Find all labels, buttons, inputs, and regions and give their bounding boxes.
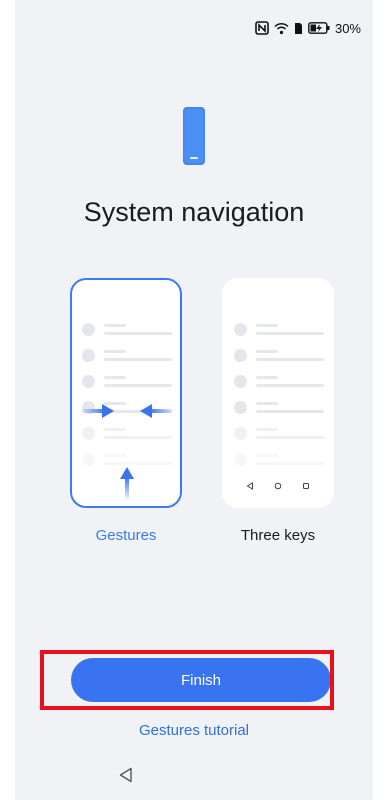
gestures-tutorial-link[interactable]: Gestures tutorial bbox=[15, 722, 373, 739]
three-keys-label[interactable]: Three keys bbox=[222, 527, 334, 544]
mock-list bbox=[234, 316, 324, 472]
swipe-left-arrow-icon bbox=[140, 404, 172, 418]
page-title: System navigation bbox=[83, 197, 305, 227]
status-bar: 30% bbox=[255, 20, 361, 36]
back-triangle-icon[interactable] bbox=[119, 767, 133, 783]
three-keys-bar bbox=[224, 482, 332, 490]
three-keys-option-card[interactable] bbox=[222, 278, 334, 508]
mock-list bbox=[82, 316, 172, 472]
gestures-label[interactable]: Gestures bbox=[70, 527, 182, 544]
phone-icon bbox=[183, 107, 205, 165]
sim-icon bbox=[294, 22, 302, 34]
back-key-icon bbox=[246, 482, 253, 490]
highlight-box bbox=[40, 650, 334, 710]
nfc-icon bbox=[255, 21, 269, 35]
battery-icon bbox=[308, 22, 330, 34]
recents-key-icon bbox=[303, 483, 309, 489]
swipe-up-arrow-icon bbox=[120, 467, 134, 499]
swipe-right-arrow-icon bbox=[82, 404, 114, 418]
home-key-icon bbox=[274, 482, 282, 490]
battery-percent: 30% bbox=[334, 20, 361, 36]
wifi-icon bbox=[274, 22, 289, 34]
gestures-option-card[interactable] bbox=[70, 278, 182, 508]
